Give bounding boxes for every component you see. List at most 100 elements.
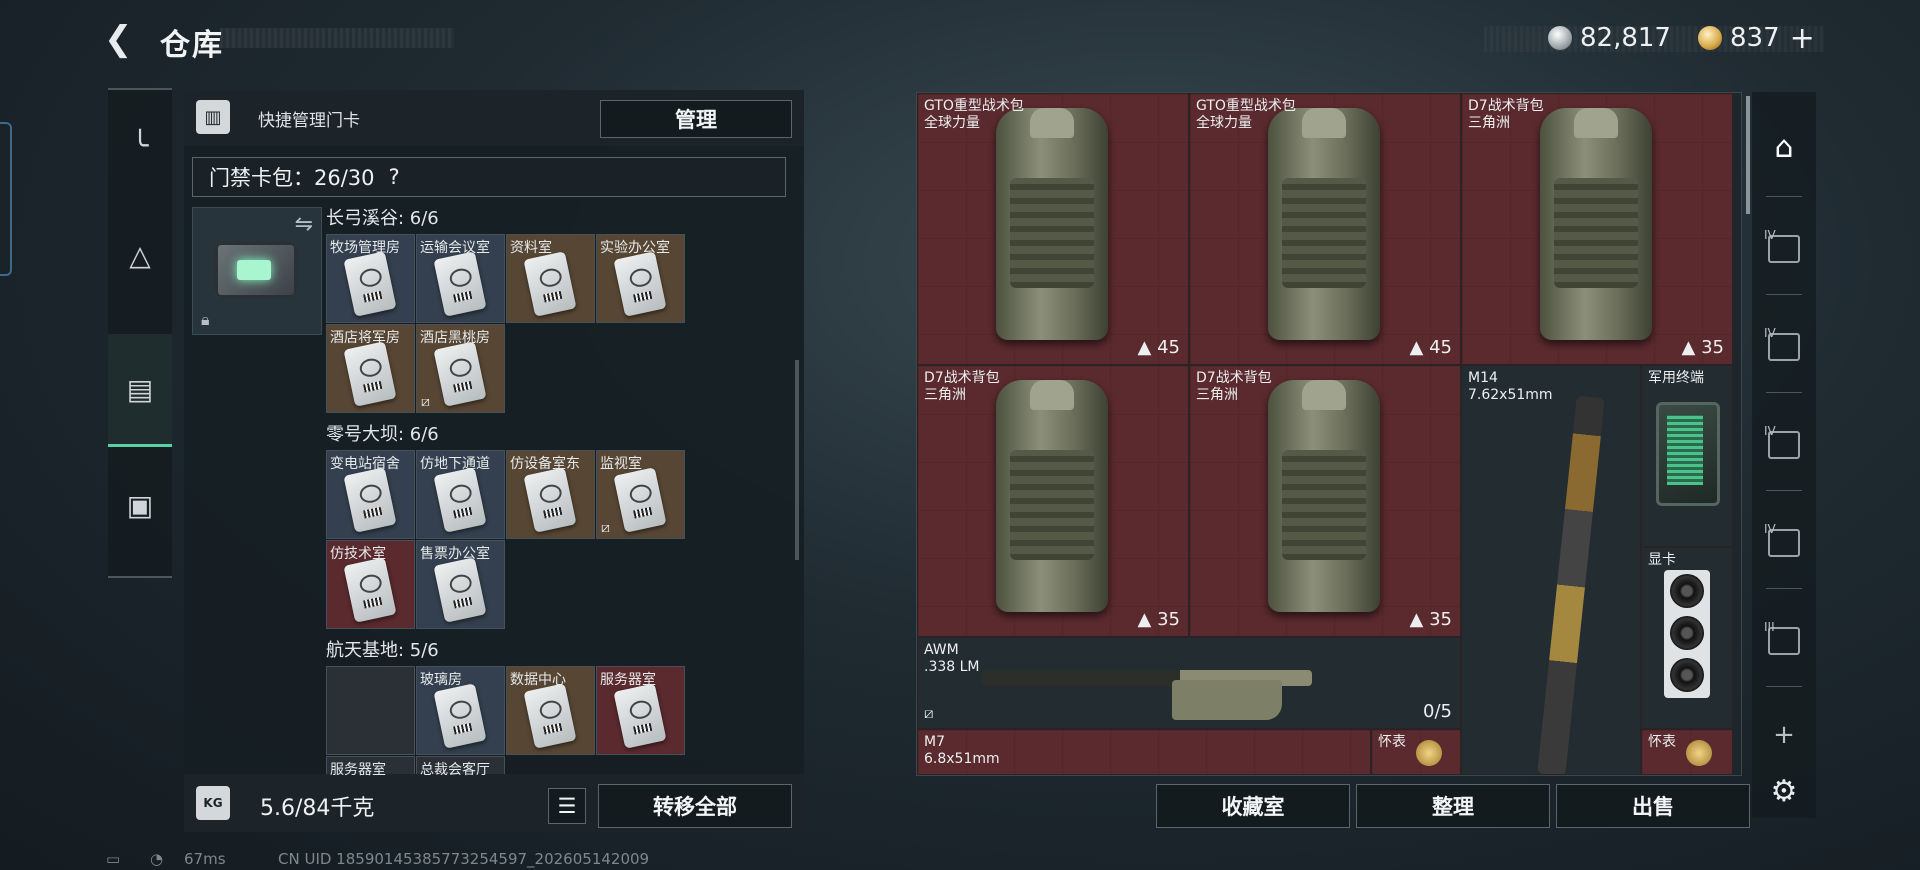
sell-button[interactable]: 出售	[1556, 784, 1750, 828]
item-label: 显卡	[1648, 552, 1676, 569]
manage-button[interactable]: 管理	[600, 100, 792, 138]
first-aid-plus-icon[interactable]: IV	[1752, 304, 1816, 390]
capacity-count: ▲ 45	[1410, 337, 1452, 358]
storage-item-backpack[interactable]: GTO重型战术包 全球力量 ▲ 45	[1189, 93, 1461, 365]
storage-item-backpack[interactable]: D7战术背包 三角洲 ▲ 35	[1189, 365, 1461, 637]
keycard-bag-capacity: 门禁卡包：26/30 ?	[192, 157, 786, 197]
bag-icon[interactable]: IV	[1752, 500, 1816, 586]
keycard-group-title: 零号大坝: 6/6	[326, 424, 439, 445]
keycard-item[interactable]: 监视室 ⧄	[596, 450, 685, 539]
selected-keycard-slot[interactable]: ⇋ 🔒︎	[192, 207, 322, 335]
storage-item-watch[interactable]: 怀表	[1641, 729, 1733, 775]
collection-room-button[interactable]: 收藏室	[1156, 784, 1350, 828]
storage-scrollbar[interactable]	[1746, 96, 1750, 214]
item-name: 怀表	[1648, 734, 1676, 750]
vest-icon[interactable]: △	[108, 200, 172, 310]
keycard-label: 服务器室	[330, 762, 386, 778]
keycard-image	[343, 467, 397, 533]
storage-item-backpack[interactable]: D7战术背包 三角洲 ▲ 35	[917, 365, 1189, 637]
capacity-count: ▲ 35	[1682, 337, 1724, 358]
add-currency-button[interactable]: +	[1790, 21, 1815, 56]
item-name: M14	[1468, 370, 1498, 386]
keycard-image	[343, 341, 397, 407]
armor-icon[interactable]: III	[1752, 598, 1816, 684]
storage-item-sniper[interactable]: AWM .338 LM 0/5 ⧄	[917, 637, 1461, 729]
item-name: GTO重型战术包	[924, 98, 1024, 114]
capacity-icon: ▲	[1137, 337, 1158, 358]
keycard-image	[343, 557, 397, 623]
carry-weight: 5.6/84千克	[260, 796, 375, 821]
backpack-image	[996, 380, 1108, 612]
keycard-label: 牧场管理房	[330, 240, 400, 256]
keycard-item[interactable]: 仿技术室	[326, 540, 415, 629]
keycard-item[interactable]: 酒店黑桃房 ⧄	[416, 324, 505, 413]
keycard-scrollbar[interactable]	[795, 360, 799, 560]
swap-icon[interactable]: ⇋	[295, 212, 313, 237]
terminal-image	[1656, 402, 1720, 506]
keycard-label: 售票办公室	[420, 546, 490, 562]
transfer-all-button[interactable]: 转移全部	[598, 784, 792, 828]
keycard-item[interactable]	[326, 666, 415, 755]
keycard-item[interactable]: 变电站宿舍	[326, 450, 415, 539]
item-subtitle: .338 LM	[924, 659, 980, 675]
backpack-image	[996, 108, 1108, 340]
keycard-item[interactable]: 仿地下通道	[416, 450, 505, 539]
back-arrow-icon[interactable]: ❮	[104, 22, 138, 56]
capacity-icon: ▲	[1137, 609, 1158, 630]
keycard-image	[433, 251, 487, 317]
keycard-item[interactable]: 酒店将军房	[326, 324, 415, 413]
storage-item-backpack[interactable]: GTO重型战术包 全球力量 ▲ 45	[917, 93, 1189, 365]
keycard-image	[613, 251, 667, 317]
storage-item-gpu[interactable]: 显卡	[1641, 547, 1733, 729]
organize-button[interactable]: 整理	[1356, 784, 1550, 828]
gold-amount: 837	[1730, 23, 1780, 53]
keycard-item[interactable]: 仿设备室东	[506, 450, 595, 539]
broken-card-icon: ⧄	[421, 394, 430, 410]
sniper-rifle-image	[982, 670, 1312, 720]
keycard-item[interactable]: 实验办公室	[596, 234, 685, 323]
keycard-label: 实验办公室	[600, 240, 670, 256]
home-icon[interactable]: ⌂	[1752, 104, 1816, 190]
keycard-image	[343, 251, 397, 317]
storage-item-rifle[interactable]: M7 6.8x51mm	[917, 729, 1371, 775]
keycard-item[interactable]: 数据中心	[506, 666, 595, 755]
briefcase-icon[interactable]: ▣	[108, 450, 172, 560]
keycard-item[interactable]: 售票办公室	[416, 540, 505, 629]
keycard-bag-icon: ▥	[196, 100, 230, 134]
gear-icon[interactable]: ⚙	[1752, 748, 1816, 834]
keycard-label: 总裁会客厅	[420, 762, 490, 778]
item-subtitle: 三角洲	[1196, 387, 1238, 403]
item-subtitle: 6.8x51mm	[924, 751, 1000, 767]
uid: CN UID 1859014538577325459​7_20260514200…	[278, 850, 650, 868]
capacity-icon: ▲	[1409, 337, 1430, 358]
side-drawer-handle[interactable]	[0, 122, 12, 276]
storage-item-rifle[interactable]: M14 7.62x51mm	[1461, 365, 1641, 775]
keycard-label: 运输会议室	[420, 240, 490, 256]
graphics-card-image	[1664, 570, 1710, 698]
item-name: D7战术背包	[1468, 98, 1544, 114]
item-label: GTO重型战术包 全球力量	[1196, 98, 1296, 132]
item-label: 军用终端	[1648, 370, 1704, 387]
item-label: D7战术背包 三角洲	[924, 370, 1000, 404]
keycard-item[interactable]: 牧场管理房	[326, 234, 415, 323]
capacity-value: 35	[1157, 609, 1180, 630]
capacity-value: 45	[1157, 337, 1180, 358]
capacity-count: ▲ 35	[1410, 609, 1452, 630]
storage-item-terminal[interactable]: 军用终端	[1641, 365, 1733, 547]
keycard-image	[613, 683, 667, 749]
currency-gold[interactable]: 837 +	[1698, 20, 1815, 56]
capacity-value: 35	[1701, 337, 1724, 358]
med-kit-icon[interactable]: IV	[1752, 402, 1816, 488]
keycard-item[interactable]: 资料室	[506, 234, 595, 323]
keycard-item[interactable]: 玻璃房	[416, 666, 505, 755]
help-icon[interactable]: ?	[389, 165, 400, 189]
list-view-button[interactable]: ☰	[548, 788, 586, 824]
storage-item-watch[interactable]: 怀表	[1371, 729, 1461, 775]
storage-item-backpack[interactable]: D7战术背包 三角洲 ▲ 35	[1461, 93, 1733, 365]
med-kit-icon[interactable]: IV	[1752, 206, 1816, 292]
keycard-item[interactable]: 运输会议室	[416, 234, 505, 323]
keycard-item[interactable]: 服务器室	[596, 666, 685, 755]
pistol-icon[interactable]: ╰	[108, 90, 172, 200]
keycard-bag-icon[interactable]: ▤	[108, 334, 172, 447]
item-label: AWM .338 LM	[924, 642, 980, 676]
